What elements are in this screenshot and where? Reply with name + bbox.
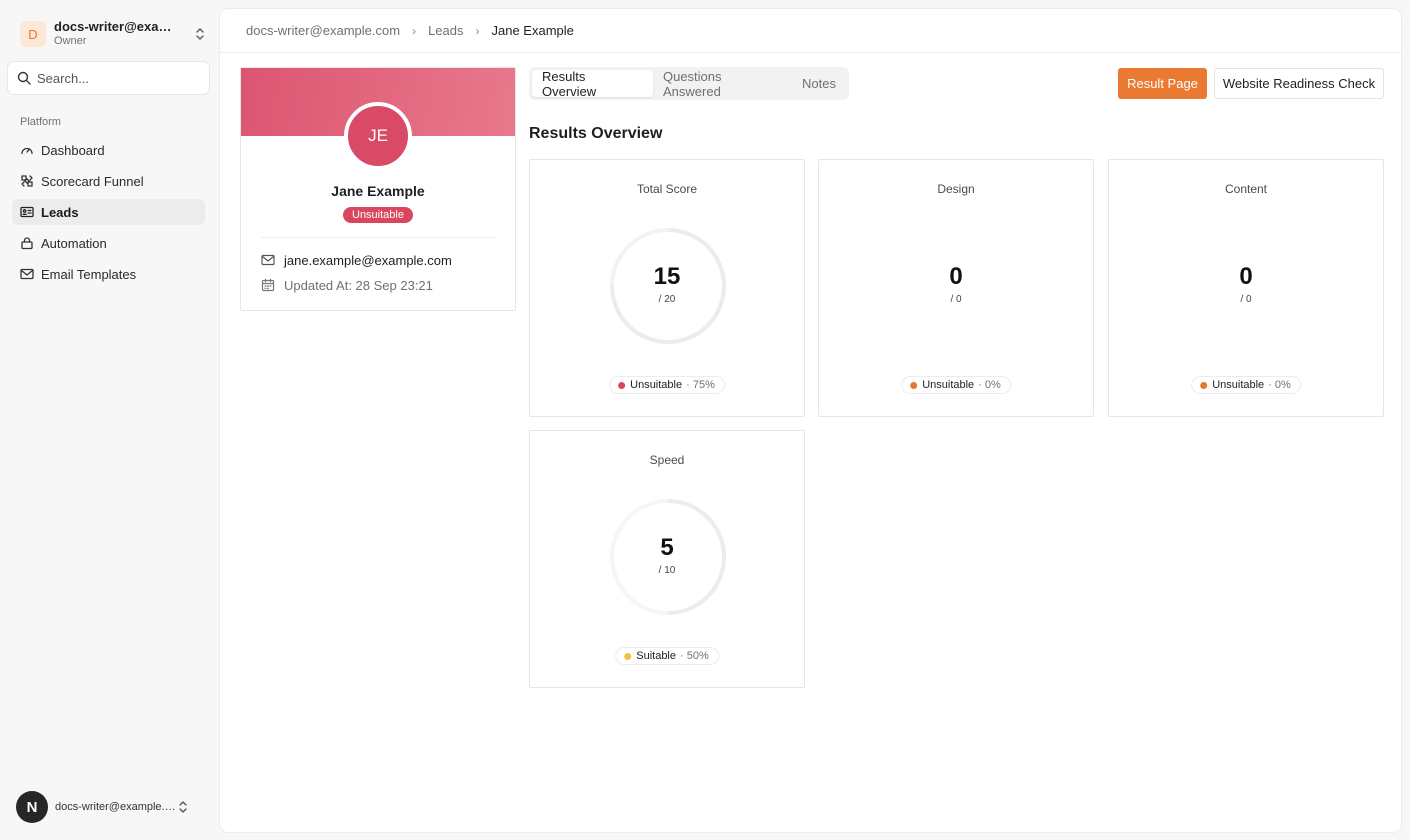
lead-name: Jane Example xyxy=(331,183,425,199)
sidebar-item-scorecard-funnel[interactable]: Scorecard Funnel xyxy=(12,168,205,194)
chevron-up-down-icon xyxy=(196,28,204,40)
status-percent: · 0% xyxy=(978,379,1001,391)
status-label: Unsuitable xyxy=(630,379,683,391)
search-box[interactable] xyxy=(7,61,210,95)
score-card-total: Total Score 15 / 20 Unsuitable · 75% xyxy=(529,159,805,417)
breadcrumb-item[interactable]: docs-writer@example.com xyxy=(246,23,400,38)
status-dot xyxy=(618,381,626,389)
chevron-up-down-icon xyxy=(179,801,187,813)
breadcrumb-item[interactable]: Leads xyxy=(428,23,463,38)
score-card-content: Content 0 / 0 Unsuitable · 0% xyxy=(1108,159,1384,417)
lead-updated: Updated At: 28 Sep 23:21 xyxy=(284,277,433,293)
status-dot xyxy=(1200,381,1208,389)
user-menu[interactable]: N docs-writer@example.com xyxy=(16,791,202,823)
sidebar-item-label: Automation xyxy=(41,235,107,251)
website-readiness-check-button[interactable]: Website Readiness Check xyxy=(1214,68,1384,99)
score-card-design: Design 0 / 0 Unsuitable · 0% xyxy=(818,159,1094,417)
breadcrumb-current: Jane Example xyxy=(491,23,574,38)
funnel-icon xyxy=(21,175,33,187)
mail-icon xyxy=(20,268,34,280)
org-avatar: D xyxy=(20,21,46,47)
gauge-icon xyxy=(21,147,33,155)
card-title: Speed xyxy=(649,453,685,467)
tab-list: Results Overview Questions Answered Note… xyxy=(529,67,849,100)
sidebar-item-leads[interactable]: Leads xyxy=(12,199,205,225)
user-email: docs-writer@example.com xyxy=(55,801,177,813)
sidebar-item-dashboard[interactable]: Dashboard xyxy=(12,137,205,163)
status-label: Unsuitable xyxy=(1212,379,1265,391)
score-value: 0 xyxy=(949,263,963,290)
score-value: 15 xyxy=(653,263,681,290)
score-max: / 0 xyxy=(950,294,962,305)
card-title: Total Score xyxy=(636,182,698,196)
sidebar: D docs-writer@example.com Owner Platform… xyxy=(0,0,218,840)
status-badge: Unsuitable xyxy=(343,207,413,223)
lead-updated-row: Updated At: 28 Sep 23:21 xyxy=(261,276,433,294)
score-value: 5 xyxy=(660,534,674,561)
lead-email: jane.example@example.com xyxy=(284,252,452,268)
lead-email-row: jane.example@example.com xyxy=(261,251,452,269)
score-max: / 10 xyxy=(658,565,676,576)
chevron-right-icon: › xyxy=(412,23,417,38)
search-input[interactable] xyxy=(37,70,197,86)
sidebar-item-label: Leads xyxy=(41,204,79,220)
card-title: Content xyxy=(1224,182,1268,196)
result-page-button[interactable]: Result Page xyxy=(1118,68,1207,99)
status-percent: · 0% xyxy=(1268,379,1291,391)
status-dot xyxy=(910,381,918,389)
org-text: docs-writer@example.com Owner xyxy=(54,20,194,48)
score-card-speed: Speed 5 / 10 Suitable · 50% xyxy=(529,430,805,688)
sidebar-item-label: Email Templates xyxy=(41,266,137,282)
sidebar-item-automation[interactable]: Automation xyxy=(12,230,205,256)
score-status-pill: Unsuitable · 0% xyxy=(901,376,1011,394)
org-name: docs-writer@example.com xyxy=(54,20,180,34)
nav-group-label: Platform xyxy=(20,116,61,128)
sidebar-nav: Dashboard Scorecard Funnel Leads Automat… xyxy=(12,137,205,292)
card-title: Design xyxy=(937,182,975,196)
score-max: / 0 xyxy=(1240,294,1252,305)
tab-results-overview[interactable]: Results Overview xyxy=(532,69,653,99)
status-dot xyxy=(624,652,632,660)
id-card-icon xyxy=(20,206,34,218)
tab-notes[interactable]: Notes xyxy=(792,70,846,97)
mail-icon xyxy=(261,254,275,266)
main-panel: docs-writer@example.com › Leads › Jane E… xyxy=(219,8,1402,833)
status-label: Suitable xyxy=(636,650,677,662)
status-percent: · 75% xyxy=(686,379,715,391)
tab-questions-answered[interactable]: Questions Answered xyxy=(653,69,792,99)
user-avatar: N xyxy=(16,791,48,823)
search-icon xyxy=(17,71,31,85)
lock-icon xyxy=(21,237,33,250)
org-switcher[interactable]: D docs-writer@example.com Owner xyxy=(12,14,208,54)
org-role: Owner xyxy=(54,35,87,47)
calendar-icon xyxy=(261,278,275,292)
sidebar-item-label: Dashboard xyxy=(41,142,105,158)
sidebar-item-label: Scorecard Funnel xyxy=(41,173,144,189)
sidebar-item-email-templates[interactable]: Email Templates xyxy=(12,261,205,287)
chevron-right-icon: › xyxy=(475,23,480,38)
divider xyxy=(261,237,495,238)
lead-profile-card: JE Jane Example Unsuitable jane.example@… xyxy=(240,67,516,311)
score-status-pill: Suitable · 50% xyxy=(615,647,719,665)
score-value: 0 xyxy=(1239,263,1253,290)
status-percent: · 50% xyxy=(680,650,709,662)
breadcrumb: docs-writer@example.com › Leads › Jane E… xyxy=(220,9,1401,53)
score-status-pill: Unsuitable · 75% xyxy=(609,376,725,394)
score-status-pill: Unsuitable · 0% xyxy=(1191,376,1301,394)
status-label: Unsuitable xyxy=(922,379,975,391)
lead-avatar: JE xyxy=(344,102,412,170)
score-max: / 20 xyxy=(658,294,676,305)
section-title: Results Overview xyxy=(529,125,663,142)
